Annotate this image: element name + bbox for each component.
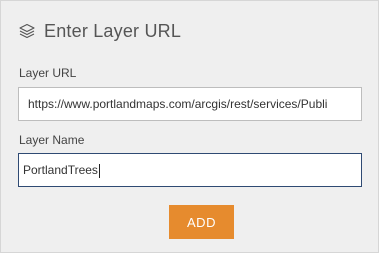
text-caret xyxy=(98,163,100,178)
layer-url-label: Layer URL xyxy=(19,66,77,80)
layers-icon xyxy=(18,22,36,40)
panel-header: Enter Layer URL xyxy=(18,19,181,43)
layer-name-input[interactable]: PortlandTrees xyxy=(18,153,362,187)
layer-name-label: Layer Name xyxy=(19,133,85,147)
layer-url-input[interactable]: https://www.portlandmaps.com/arcgis/rest… xyxy=(18,87,362,121)
add-button[interactable]: ADD xyxy=(169,205,234,239)
enter-layer-url-panel: Enter Layer URL Layer URL https://www.po… xyxy=(0,0,379,253)
layer-url-value: https://www.portlandmaps.com/arcgis/rest… xyxy=(28,97,328,111)
layer-name-value: PortlandTrees xyxy=(23,163,98,177)
panel-title: Enter Layer URL xyxy=(44,20,182,41)
